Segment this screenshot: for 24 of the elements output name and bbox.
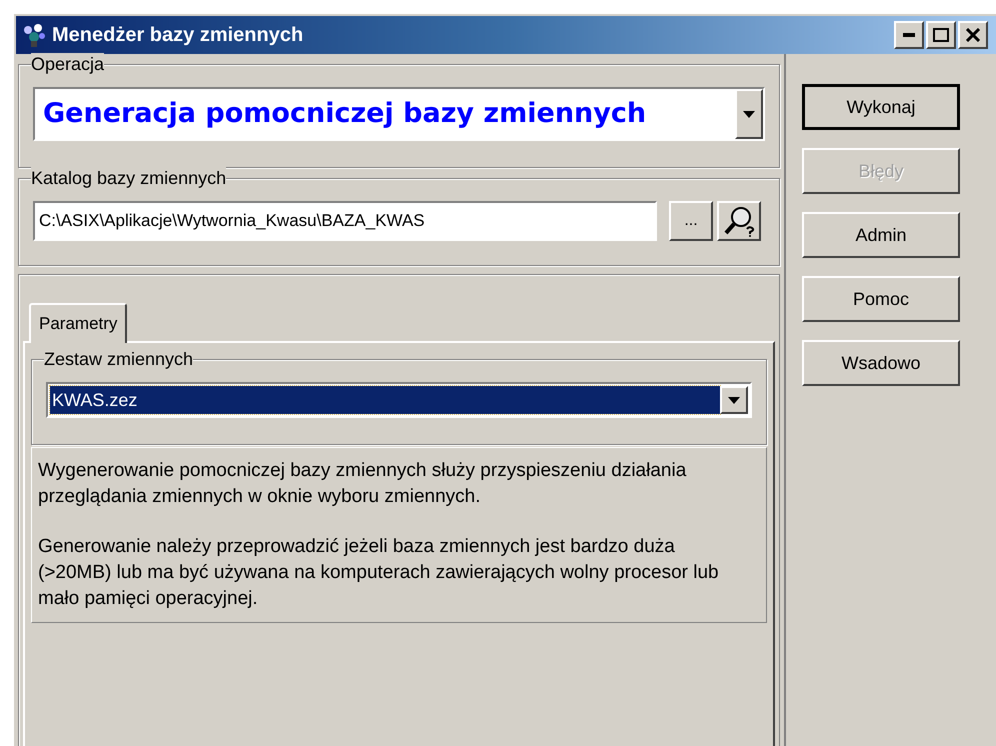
minimize-icon — [903, 33, 915, 37]
variable-set-dropdown[interactable]: KWAS.zez — [46, 382, 752, 418]
action-button[interactable]: Wsadowo — [802, 340, 960, 386]
browse-button[interactable]: ... — [669, 201, 713, 241]
window-title: Menedżer bazy zmiennych — [52, 23, 304, 48]
search-icon — [723, 205, 755, 237]
path-field[interactable]: C:\ASIX\Aplikacje\Wytwornia_Kwasu\BAZA_KWAS — [33, 201, 657, 241]
close-button[interactable] — [958, 21, 988, 49]
description-text: Generowanie należy przeprowadzić jeżeli baza zmiennych jest bardzo duża (>20MB) lub ma być używana na komputerach zawierających wolny procesor lub mało pamięci operacyjnej. — [38, 535, 720, 611]
action-button[interactable]: Wykonaj — [802, 84, 960, 130]
caret-icon — [743, 110, 755, 118]
action-button[interactable]: Admin — [802, 212, 960, 258]
caret-icon — [728, 396, 740, 404]
group-label: Katalog bazy zmiennych — [31, 167, 226, 189]
tab[interactable]: Parametry — [29, 303, 128, 343]
action-button[interactable]: Pomoc — [802, 276, 960, 322]
maximize-icon — [933, 28, 949, 42]
description-text: Wygenerowanie pomocniczej bazy zmiennych służy przyspieszeniu działania przeglądania zmiennych w oknie wyboru zmiennych. — [38, 459, 688, 509]
minimize-button[interactable] — [894, 21, 924, 49]
close-icon — [966, 28, 980, 42]
search-button[interactable] — [717, 201, 761, 241]
maximize-button[interactable] — [926, 21, 956, 49]
group-label: Operacja — [31, 53, 104, 75]
operation-dropdown[interactable]: Generacja pomocniczej bazy zmiennych — [33, 87, 765, 141]
